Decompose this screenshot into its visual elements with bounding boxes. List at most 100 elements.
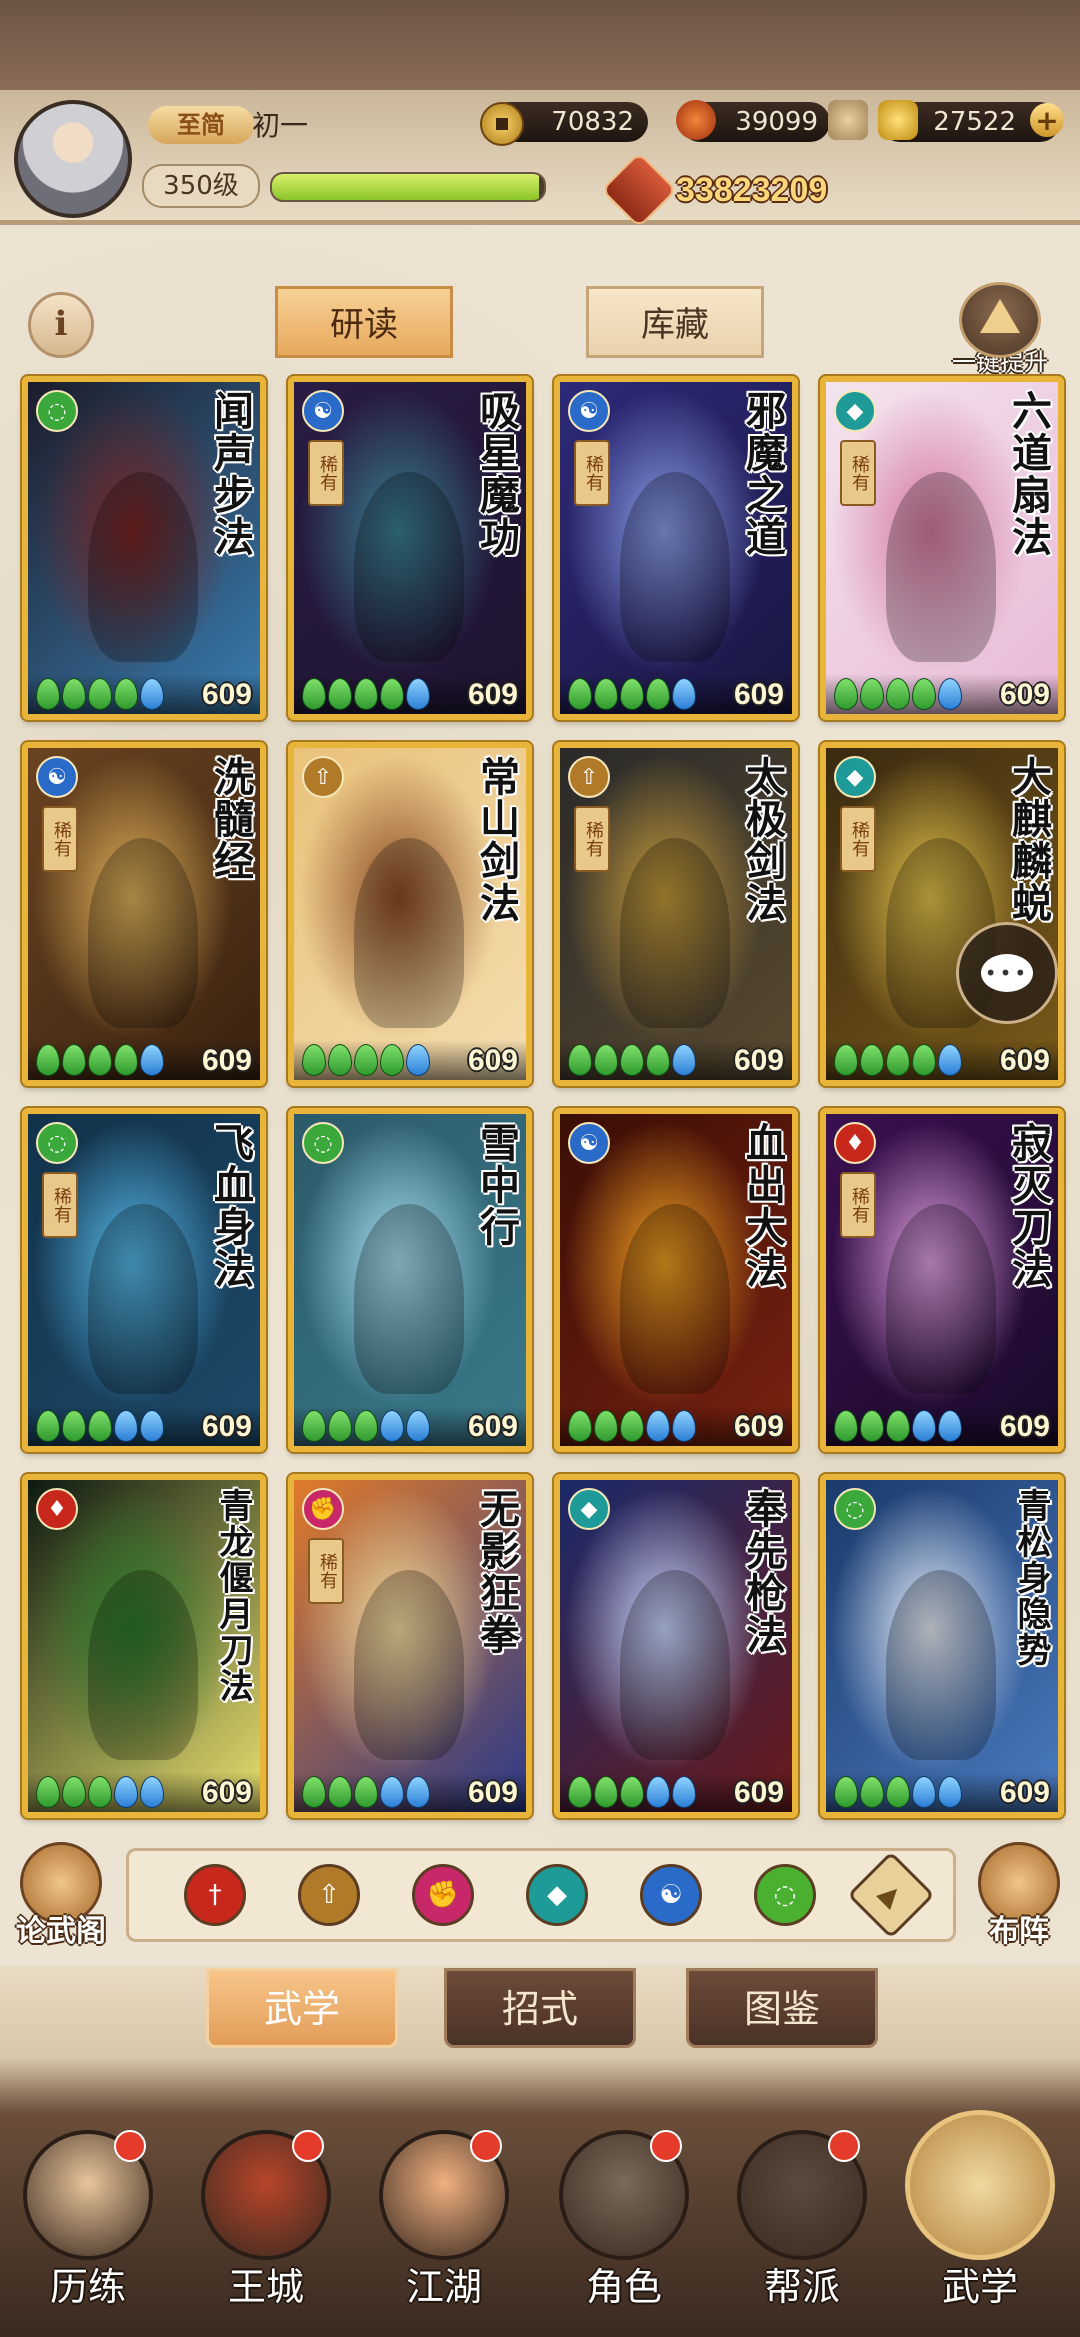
nav-item[interactable]: 王城	[186, 2130, 346, 2330]
blue-school-icon: ☯	[568, 1122, 610, 1164]
character-figure	[88, 1570, 198, 1760]
fan-filter-icon[interactable]: ◆	[526, 1864, 588, 1926]
skill-card-title: 洗髓经	[207, 756, 254, 882]
skill-card[interactable]: ◌ 稀有 飞血身法 609	[22, 1108, 266, 1452]
blue-star-gem-icon	[380, 1776, 404, 1808]
skill-card-title: 血出大法	[739, 1122, 786, 1290]
skill-card[interactable]: ☯ 稀有 洗髓经 609	[22, 742, 266, 1086]
info-button[interactable]: i	[28, 292, 94, 358]
skill-card[interactable]: ⇧ 常山剑法 609	[288, 742, 532, 1086]
teal-school-icon: ◆	[834, 390, 876, 432]
character-figure	[620, 838, 730, 1028]
sword-filter-icon[interactable]: †	[184, 1864, 246, 1926]
formation-label: 布阵	[989, 1914, 1049, 1949]
skill-card-count: 609	[999, 678, 1050, 711]
star-rating	[834, 678, 964, 710]
skill-card-count: 609	[467, 1776, 518, 1809]
add-gold-icon[interactable]: +	[1030, 103, 1064, 137]
blue-star-gem-icon	[938, 1776, 962, 1808]
star-rating	[568, 1776, 698, 1808]
skill-card[interactable]: ⇧ 稀有 太极剑法 609	[554, 742, 798, 1086]
step-filter-icon[interactable]: ◌	[754, 1864, 816, 1926]
skill-card[interactable]: ◆ 奉先枪法 609	[554, 1474, 798, 1818]
skill-card[interactable]: ◆ 稀有 大麒麟蜕 609	[820, 742, 1064, 1086]
copper-value: 70832	[551, 107, 634, 137]
blue-star-gem-icon	[406, 678, 430, 710]
formation-button[interactable]: 布阵	[964, 1842, 1074, 1952]
green-star-gem-icon	[620, 678, 644, 710]
blue-star-gem-icon	[140, 1776, 164, 1808]
upgrade-all-button[interactable]: 一键提升	[930, 282, 1070, 376]
character-figure	[88, 838, 198, 1028]
player-level: 350级	[142, 164, 260, 208]
fist-filter-icon[interactable]: ✊	[412, 1864, 474, 1926]
skill-card[interactable]: ◌ 闻声步法 609	[22, 376, 266, 720]
star-rating	[302, 1776, 432, 1808]
skill-card[interactable]: ♦ 青龙偃月刀法 609	[22, 1474, 266, 1818]
blue-star-gem-icon	[140, 678, 164, 710]
green-star-gem-icon	[328, 1044, 352, 1076]
green-star-gem-icon	[36, 1776, 60, 1808]
blade-filter-icon[interactable]: ⇧	[298, 1864, 360, 1926]
nav-item[interactable]: 历练	[8, 2130, 168, 2330]
green-school-icon: ◌	[36, 390, 78, 432]
skill-card-title: 常山剑法	[473, 756, 520, 924]
skill-card-count: 609	[201, 1410, 252, 1443]
taiji-filter-icon[interactable]: ☯	[640, 1864, 702, 1926]
silver-ingot-icon	[828, 100, 868, 140]
skill-card[interactable]: ☯ 稀有 邪魔之道 609	[554, 376, 798, 720]
green-star-gem-icon	[568, 678, 592, 710]
tab-storage[interactable]: 库藏	[586, 286, 764, 358]
combat-power: 33823209	[600, 151, 827, 229]
nav-item[interactable]: 江湖	[364, 2130, 524, 2330]
tab-study[interactable]: 研读	[275, 286, 453, 358]
green-star-gem-icon	[912, 678, 936, 710]
pink-school-icon: ✊	[302, 1488, 344, 1530]
nav-item[interactable]: 帮派	[722, 2130, 882, 2330]
green-star-gem-icon	[594, 1410, 618, 1442]
lunwu-pavilion-button[interactable]: 论武阁	[6, 1842, 116, 1952]
character-figure	[88, 1204, 198, 1394]
tab-codex[interactable]: 图鉴	[686, 1968, 878, 2048]
tab-moves[interactable]: 招式	[444, 1968, 636, 2048]
lunwu-pavilion-label: 论武阁	[16, 1914, 106, 1949]
skill-card[interactable]: ◌ 青松身隐势 609	[820, 1474, 1064, 1818]
green-star-gem-icon	[860, 678, 884, 710]
skill-card[interactable]: ☯ 稀有 吸星魔功 609	[288, 376, 532, 720]
green-star-gem-icon	[886, 1410, 910, 1442]
skill-card[interactable]: ◌ 雪中行 609	[288, 1108, 532, 1452]
blue-star-gem-icon	[938, 1044, 962, 1076]
green-star-gem-icon	[302, 1044, 326, 1076]
player-avatar[interactable]	[14, 100, 132, 218]
skill-card-count: 609	[733, 678, 784, 711]
green-star-gem-icon	[302, 678, 326, 710]
skill-card-title: 奉先枪法	[739, 1488, 786, 1656]
blue-star-gem-icon	[938, 1410, 962, 1442]
nav-item[interactable]: 武学	[900, 2110, 1060, 2310]
player-name: 初一	[252, 109, 309, 142]
skill-card[interactable]: ♦ 稀有 寂灭刀法 609	[820, 1108, 1064, 1452]
green-star-gem-icon	[834, 678, 858, 710]
skill-card[interactable]: ✊ 稀有 无影狂拳 609	[288, 1474, 532, 1818]
skill-card-title: 飞血身法	[207, 1122, 254, 1290]
green-star-gem-icon	[912, 1044, 936, 1076]
green-star-gem-icon	[36, 1410, 60, 1442]
star-rating	[36, 1776, 166, 1808]
blue-star-gem-icon	[672, 1044, 696, 1076]
green-star-gem-icon	[328, 1410, 352, 1442]
skill-card[interactable]: ◆ 稀有 六道扇法 609	[820, 376, 1064, 720]
blue-star-gem-icon	[406, 1410, 430, 1442]
gold-school-icon: ⇧	[568, 756, 610, 798]
green-star-gem-icon	[568, 1044, 592, 1076]
blue-star-gem-icon	[114, 1410, 138, 1442]
blue-star-gem-icon	[114, 1776, 138, 1808]
blue-star-gem-icon	[406, 1044, 430, 1076]
star-rating	[568, 1044, 698, 1076]
chat-bubble-button[interactable]: •••	[956, 922, 1058, 1024]
green-star-gem-icon	[620, 1044, 644, 1076]
nav-item[interactable]: 角色	[544, 2130, 704, 2330]
skill-card[interactable]: ☯ 血出大法 609	[554, 1108, 798, 1452]
star-rating	[302, 678, 432, 710]
tab-martial-arts[interactable]: 武学	[206, 1968, 398, 2048]
skill-card-count: 609	[733, 1044, 784, 1077]
